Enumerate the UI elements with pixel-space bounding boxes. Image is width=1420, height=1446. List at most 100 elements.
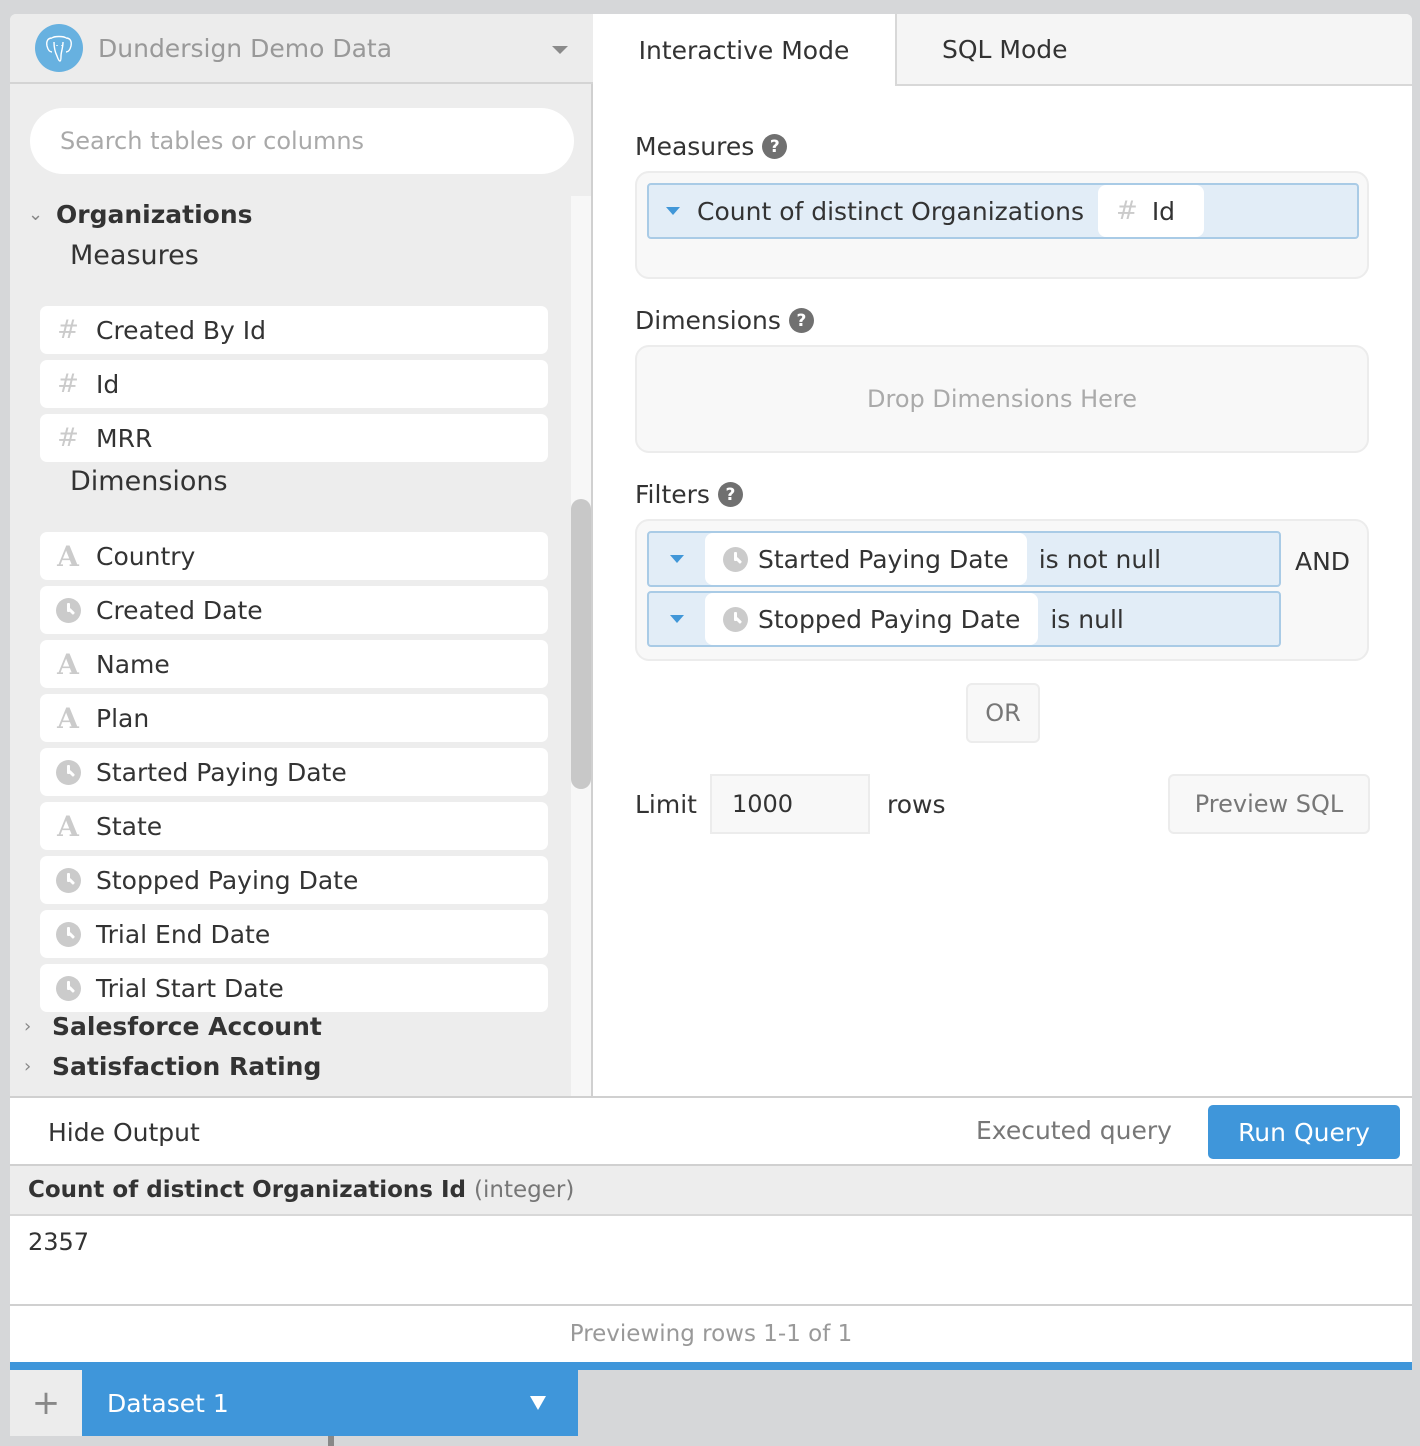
field-label: Started Paying Date [96,757,347,787]
result-cell: 2357 [28,1228,90,1256]
filter-join-and: AND [1295,547,1351,576]
preview-rows-text: Previewing rows 1-1 of 1 [10,1306,1412,1362]
hash-icon: # [1116,196,1138,226]
field-label: Trial End Date [96,919,271,949]
help-icon[interactable]: ? [788,308,814,333]
dataset-tab[interactable]: Dataset 1 [82,1370,578,1436]
hash-icon: # [57,423,79,453]
measures-label-text: Measures [635,132,755,161]
rows-label: rows [887,790,946,819]
schema-sidebar: Dundersign Demo Data ⌄ Organizations Mea… [10,14,593,1096]
measures-dropzone[interactable]: Count of distinct Organizations # Id [635,171,1369,279]
table-name: Satisfaction Rating [52,1052,322,1081]
sidebar-scrollbar-thumb[interactable] [571,499,591,789]
measure-field-name: Id [1151,196,1176,226]
filter-pill[interactable]: Started Paying Date is not null [647,531,1281,587]
field-item[interactable]: Started Paying Date [40,748,548,796]
filter-field-chip[interactable]: Stopped Paying Date [705,593,1039,645]
column-name: Count of distinct Organizations Id [28,1177,466,1203]
caret-down-icon [670,615,684,623]
postgres-elephant-icon [35,24,83,72]
measures-heading: Measures [70,240,199,271]
field-label: Created By Id [96,315,267,345]
preview-sql-button[interactable]: Preview SQL [1168,774,1370,834]
field-item[interactable]: A State [40,802,548,850]
measures-label: Measures ? [635,132,788,161]
clock-icon [723,546,748,572]
tab-sql-mode[interactable]: SQL Mode [895,14,1412,86]
dimensions-heading: Dimensions [70,466,228,497]
column-type: (integer) [474,1177,575,1203]
database-name: Dundersign Demo Data [98,33,393,63]
field-label: Name [96,649,170,679]
field-item[interactable]: Stopped Paying Date [40,856,548,904]
field-item[interactable]: Trial End Date [40,910,548,958]
field-item[interactable]: A Name [40,640,548,688]
filter-dropdown-toggle[interactable] [649,555,705,563]
filters-dropzone[interactable]: Started Paying Date is not null Stopped … [635,519,1369,661]
filter-operator[interactable]: is not null [1039,545,1161,574]
dimensions-placeholder: Drop Dimensions Here [867,385,1137,413]
or-button[interactable]: OR [966,683,1040,743]
hide-output-button[interactable]: Hide Output [48,1118,200,1147]
filter-pill[interactable]: Stopped Paying Date is null [647,591,1281,647]
field-label: Plan [96,703,150,733]
database-selector[interactable]: Dundersign Demo Data [10,14,593,84]
query-builder: Interactive Mode SQL Mode Measures ? Cou… [593,14,1412,1096]
field-item[interactable]: A Plan [40,694,548,742]
table-name: Organizations [56,200,253,229]
mode-tabs: Interactive Mode SQL Mode [593,14,1412,86]
dimensions-label-text: Dimensions [635,306,781,335]
output-toolbar: Hide Output Executed query Run Query [10,1096,1412,1166]
clock-icon [55,921,81,947]
text-icon: A [57,539,79,573]
table-organizations[interactable]: ⌄ Organizations [28,200,253,229]
help-icon[interactable]: ? [762,134,788,159]
table-name: Salesforce Account [52,1012,322,1041]
field-label: MRR [96,423,153,453]
measure-pill[interactable]: Count of distinct Organizations # Id [647,183,1359,239]
measure-dropdown-toggle[interactable] [649,207,697,215]
filters-label-text: Filters [635,480,710,509]
field-label: Created Date [96,595,263,625]
field-item[interactable]: A Country [40,532,548,580]
text-icon: A [57,647,79,681]
search-tables-input[interactable] [30,108,574,174]
dimensions-label: Dimensions ? [635,306,814,335]
hash-icon: # [57,315,79,345]
dataset-bar-divider [10,1362,1412,1370]
add-dataset-button[interactable]: + [10,1370,82,1436]
field-item[interactable]: # Created By Id [40,306,548,354]
table-salesforce-account[interactable]: › Salesforce Account [24,1012,322,1041]
filter-dropdown-toggle[interactable] [649,615,705,623]
field-label: Stopped Paying Date [96,865,359,895]
measure-field-chip[interactable]: # Id [1098,185,1205,237]
field-item[interactable]: Created Date [40,586,548,634]
filter-field-chip[interactable]: Started Paying Date [705,533,1027,585]
field-label: Id [96,369,120,399]
clock-icon [55,867,81,893]
field-item[interactable]: Trial Start Date [40,964,548,1012]
clock-icon [55,597,81,623]
query-status: Executed query [976,1116,1172,1145]
chevron-right-icon: › [24,1016,32,1037]
run-query-button[interactable]: Run Query [1208,1105,1400,1159]
filter-operator[interactable]: is null [1050,605,1124,634]
field-item[interactable]: # MRR [40,414,548,462]
help-icon[interactable]: ? [717,482,743,507]
limit-input[interactable] [710,774,870,834]
caret-down-icon [552,46,568,54]
text-icon: A [57,701,79,735]
caret-down-icon [666,207,680,215]
limit-label: Limit [635,790,697,819]
result-column-header[interactable]: Count of distinct Organizations Id (inte… [10,1166,1412,1216]
field-item[interactable]: # Id [40,360,548,408]
chevron-right-icon: › [24,1056,32,1077]
field-label: Country [96,541,196,571]
table-satisfaction-rating[interactable]: › Satisfaction Rating [24,1052,321,1081]
filter-field-name: Stopped Paying Date [758,604,1021,634]
tab-interactive-mode[interactable]: Interactive Mode [593,14,895,86]
app-window: Dundersign Demo Data ⌄ Organizations Mea… [10,14,1412,1446]
dimensions-dropzone[interactable]: Drop Dimensions Here [635,345,1369,453]
caret-down-icon[interactable] [530,1396,546,1410]
